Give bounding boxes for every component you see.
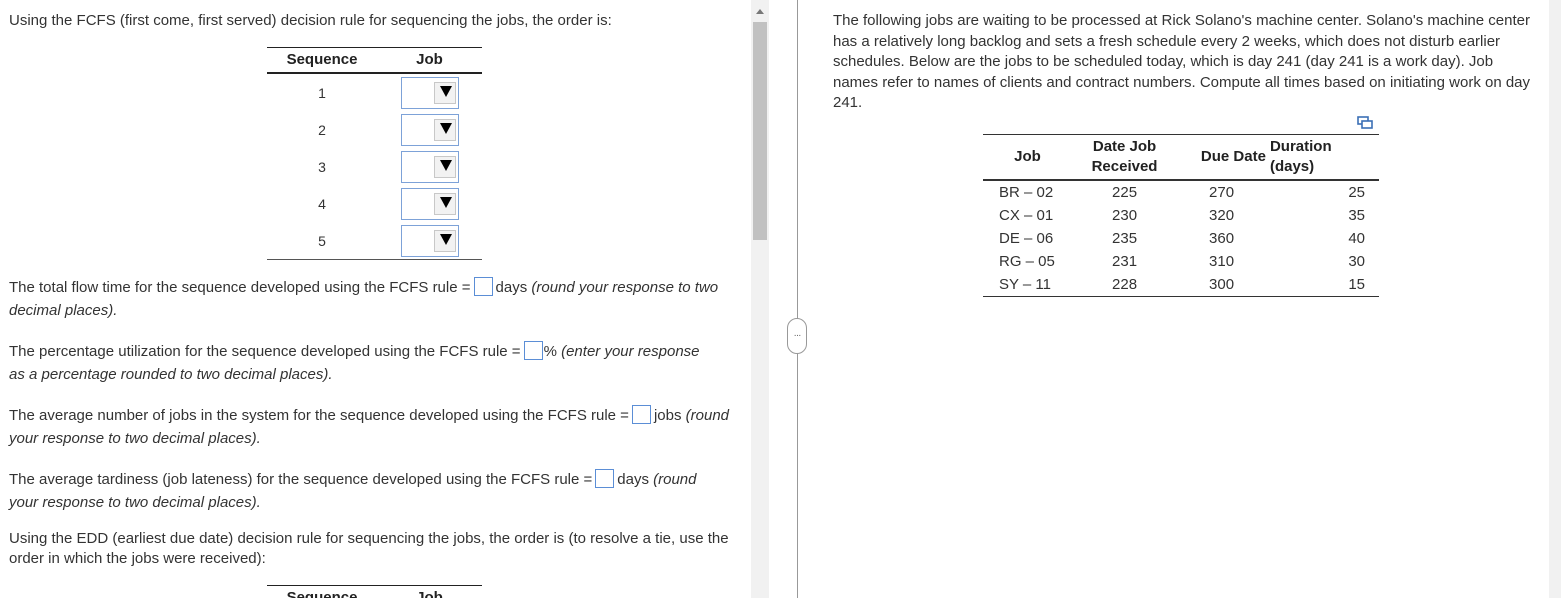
seq-num: 1 [318, 84, 326, 101]
pane-resize-handle[interactable]: ··· [787, 318, 807, 354]
job-name: CX – 01 [999, 207, 1054, 224]
triangle-down-icon [439, 196, 452, 208]
triangle-down-icon [439, 122, 452, 134]
job-name: BR – 02 [999, 184, 1054, 201]
job-select[interactable] [400, 113, 459, 146]
triangle-down-icon [439, 85, 452, 97]
seq-num: 2 [318, 121, 326, 138]
due-date: 320 [1209, 207, 1235, 224]
date-received: 231 [1112, 253, 1138, 270]
edd-intro: Using the EDD (earliest due date) decisi… [9, 530, 729, 567]
seq-num: 3 [318, 158, 326, 175]
flow-time-question: The total flow time for the sequence dev… [9, 277, 719, 319]
tardiness-input[interactable] [595, 469, 615, 488]
duration: 25 [1348, 184, 1365, 201]
col-job-header: Job [983, 134, 1072, 181]
pane-divider [797, 0, 798, 598]
avg-jobs-input[interactable] [631, 405, 651, 424]
scroll-up-arrow-icon[interactable] [756, 9, 764, 14]
col-received-header: Date Job Received [1071, 134, 1178, 181]
question-pane: Using the FCFS (first come, first served… [0, 0, 750, 598]
job-select[interactable] [400, 224, 459, 257]
date-received: 235 [1112, 230, 1138, 247]
date-received: 230 [1112, 207, 1138, 224]
date-received: 228 [1071, 273, 1178, 297]
jobs-table: Job Date Job Received Due Date Duration … [983, 134, 1379, 297]
seq-num: 5 [267, 222, 377, 260]
date-received: 225 [1112, 184, 1138, 201]
job-select[interactable] [400, 76, 459, 109]
col-duration-header: Duration (days) [1265, 134, 1379, 181]
job-select[interactable] [400, 150, 459, 183]
duration: 35 [1348, 207, 1365, 224]
fcfs-intro: Using the FCFS (first come, first served… [9, 12, 612, 29]
col-sequence: Sequence [267, 47, 377, 74]
triangle-down-icon [439, 233, 452, 245]
edd-sequence-table: Sequence Job [267, 585, 482, 598]
due-date: 270 [1209, 184, 1235, 201]
right-scrollbar[interactable] [1549, 0, 1561, 598]
job-name: SY – 11 [983, 273, 1072, 297]
utilization-question: The percentage utilization for the seque… [9, 341, 700, 383]
utilization-input[interactable] [523, 341, 543, 360]
triangle-down-icon [439, 159, 452, 171]
fcfs-sequence-table: Sequence Job 1 2 3 4 5 [267, 47, 482, 260]
due-date: 300 [1177, 273, 1266, 297]
seq-num: 4 [318, 195, 326, 212]
job-name: DE – 06 [999, 230, 1054, 247]
avg-jobs-question: The average number of jobs in the system… [9, 405, 729, 447]
col-job: Job [377, 585, 482, 598]
job-select[interactable] [400, 187, 459, 220]
due-date: 360 [1209, 230, 1235, 247]
col-job: Job [377, 47, 482, 74]
scrollbar-thumb[interactable] [753, 22, 767, 240]
duration: 15 [1265, 273, 1379, 297]
problem-statement: The following jobs are waiting to be pro… [833, 12, 1531, 111]
duration: 30 [1348, 253, 1365, 270]
job-name: RG – 05 [999, 253, 1055, 270]
duration: 40 [1348, 230, 1365, 247]
tardiness-question: The average tardiness (job lateness) for… [9, 469, 697, 511]
copy-icon[interactable] [1357, 116, 1373, 130]
due-date: 310 [1209, 253, 1235, 270]
flow-time-input[interactable] [473, 277, 493, 296]
left-scrollbar[interactable] [751, 0, 769, 598]
col-sequence: Sequence [267, 585, 377, 598]
col-due-header: Due Date [1177, 134, 1266, 181]
